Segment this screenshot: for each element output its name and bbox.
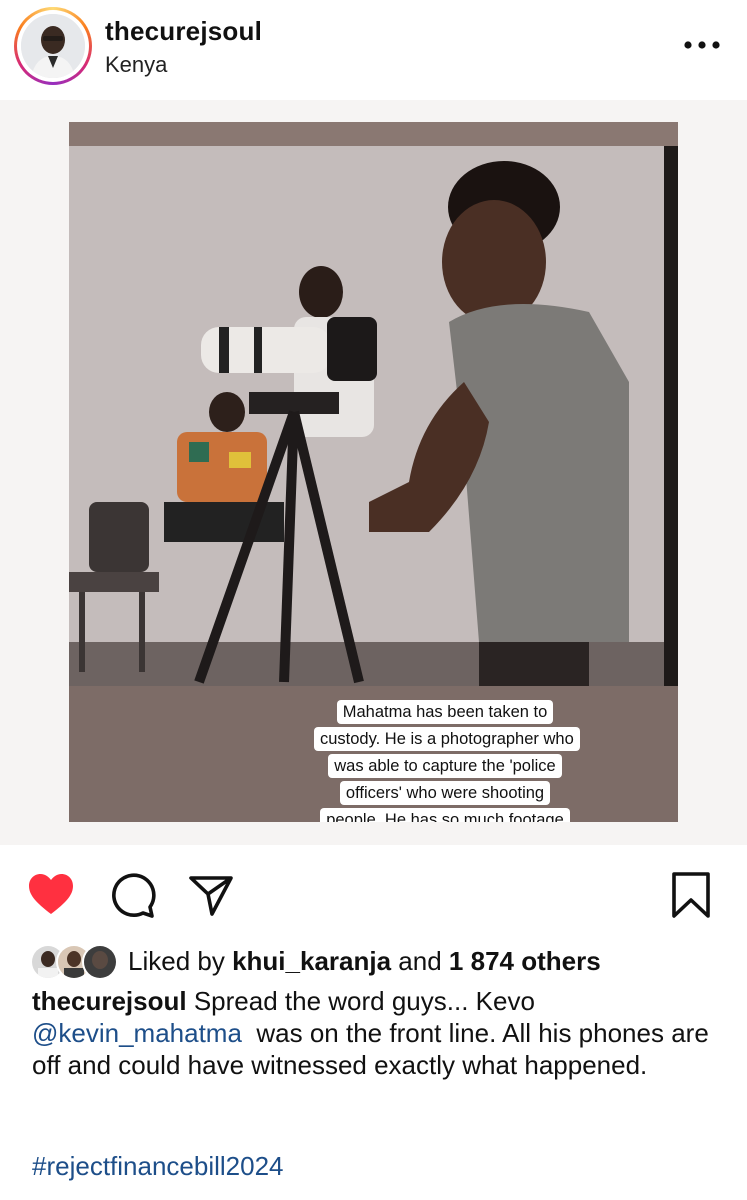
overlay-text: Mahatma has been taken to custody. He is… bbox=[314, 700, 580, 822]
post-username[interactable]: thecurejsoul bbox=[105, 16, 262, 47]
more-options-icon[interactable] bbox=[680, 30, 724, 60]
likes-and: and bbox=[398, 946, 442, 976]
post-photo: Mahatma has been taken to custody. He is… bbox=[69, 122, 678, 822]
heart-filled-icon[interactable] bbox=[26, 870, 76, 920]
post-media[interactable]: Mahatma has been taken to custody. He is… bbox=[0, 100, 747, 845]
likes-summary: Liked by khui_karanja and 1 874 others bbox=[128, 946, 601, 977]
avatar-image bbox=[21, 14, 85, 78]
liker-avatar bbox=[82, 944, 118, 980]
post-location[interactable]: Kenya bbox=[105, 52, 167, 78]
caption-mention[interactable]: @kevin_mahatma bbox=[32, 1018, 242, 1048]
caption-text: Spread the word guys... Kevo bbox=[193, 986, 535, 1016]
action-bar bbox=[0, 860, 747, 930]
profile-avatar[interactable] bbox=[14, 7, 92, 85]
liker-username[interactable]: khui_karanja bbox=[232, 946, 391, 976]
caption-hashtag[interactable]: #rejectfinancebill2024 bbox=[32, 1151, 284, 1182]
bookmark-icon[interactable] bbox=[666, 870, 716, 920]
likes-prefix: Liked by bbox=[128, 946, 225, 976]
post-caption: thecurejsoul Spread the word guys... Kev… bbox=[32, 985, 722, 1081]
likes-count[interactable]: 1 874 others bbox=[449, 946, 601, 976]
caption-username[interactable]: thecurejsoul bbox=[32, 986, 187, 1016]
photo-overlay-caption: Mahatma has been taken to custody. He is… bbox=[314, 699, 580, 822]
comment-icon[interactable] bbox=[107, 870, 157, 920]
paper-plane-icon[interactable] bbox=[186, 870, 236, 920]
likes-row[interactable]: Liked by khui_karanja and 1 874 others bbox=[30, 940, 730, 984]
post-header: thecurejsoul Kenya bbox=[0, 0, 747, 100]
